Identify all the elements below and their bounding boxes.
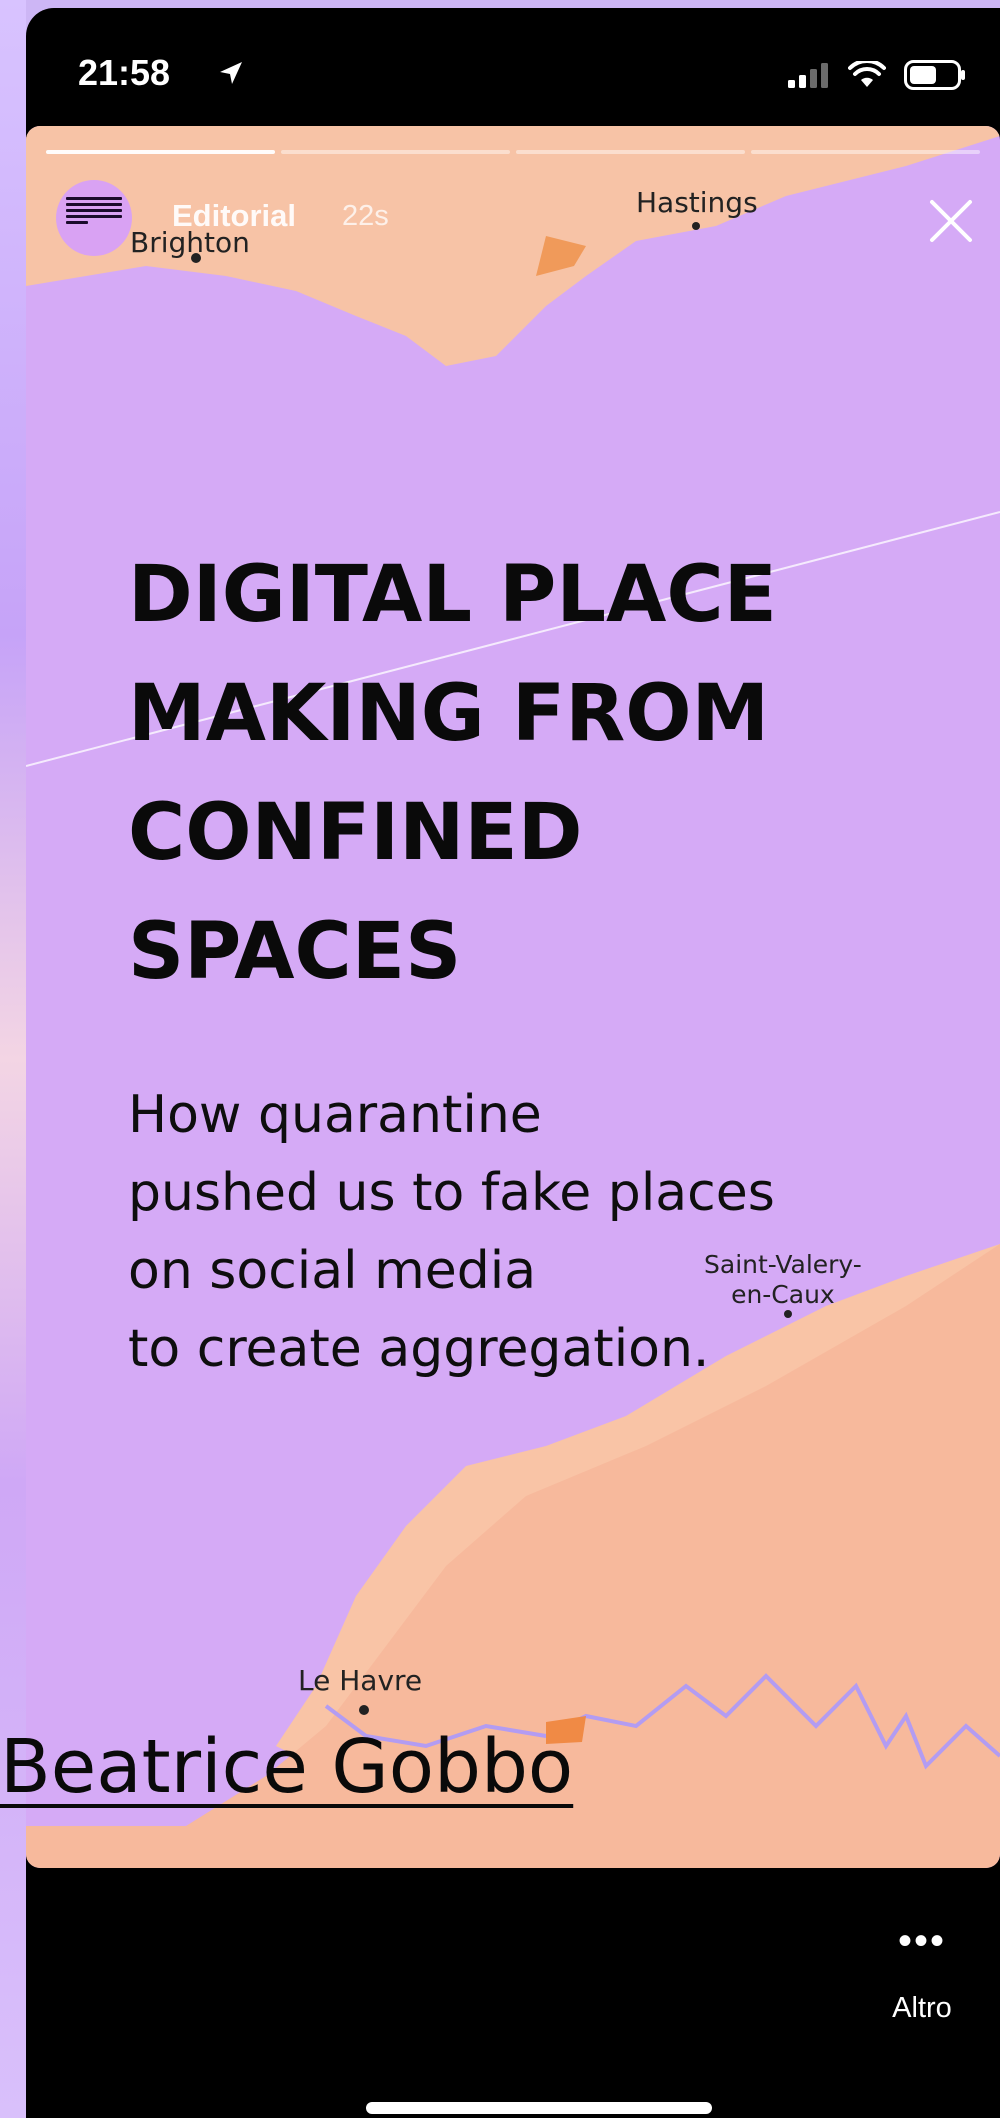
subheadline-line: How quarantine <box>128 1085 542 1145</box>
story-headline: DIGITAL PLACE MAKING FROM CONFINED SPACE… <box>128 536 968 1012</box>
progress-segment <box>46 150 275 154</box>
story-progress <box>46 150 980 156</box>
location-arrow-icon <box>220 62 242 84</box>
story-card[interactable]: Brighton Hastings Editorial 22s DIGITAL … <box>26 126 1000 1868</box>
subheadline-line: to create aggregation. <box>128 1319 710 1379</box>
map-label-hastings: Hastings <box>636 186 758 219</box>
more-dots-icon: ••• <box>897 1919 946 1963</box>
home-indicator[interactable] <box>366 2102 712 2114</box>
more-button[interactable]: ••• Altro <box>862 1919 982 2025</box>
progress-segment <box>516 150 745 154</box>
headline-line: SPACES <box>128 907 462 997</box>
signal-icon <box>788 63 828 88</box>
subheadline-line: pushed us to fake places <box>128 1163 775 1223</box>
more-label: Altro <box>892 1992 952 2024</box>
headline-line: CONFINED <box>128 788 583 878</box>
author-link[interactable]: Beatrice Gobbo <box>0 1724 573 1810</box>
wifi-icon <box>848 61 886 87</box>
map-label-saint-valery: Saint-Valery- en-Caux <box>704 1250 862 1310</box>
status-icons <box>786 60 966 90</box>
story-time-ago: 22s <box>342 200 389 232</box>
battery-icon <box>904 60 965 90</box>
account-name[interactable]: Editorial <box>172 198 296 234</box>
avatar[interactable] <box>56 180 132 256</box>
map-label-le-havre: Le Havre <box>298 1664 423 1697</box>
progress-segment <box>751 150 980 154</box>
headline-line: DIGITAL PLACE <box>128 550 777 640</box>
map-label-line: Saint-Valery- <box>704 1250 862 1279</box>
headline-line: MAKING FROM <box>128 669 770 759</box>
map-label-line: en-Caux <box>731 1280 835 1309</box>
progress-segment <box>281 150 510 154</box>
status-time: 21:58 <box>78 52 171 93</box>
story-subheadline: How quarantine pushed us to fake places … <box>128 1076 968 1388</box>
close-icon[interactable] <box>924 194 978 248</box>
